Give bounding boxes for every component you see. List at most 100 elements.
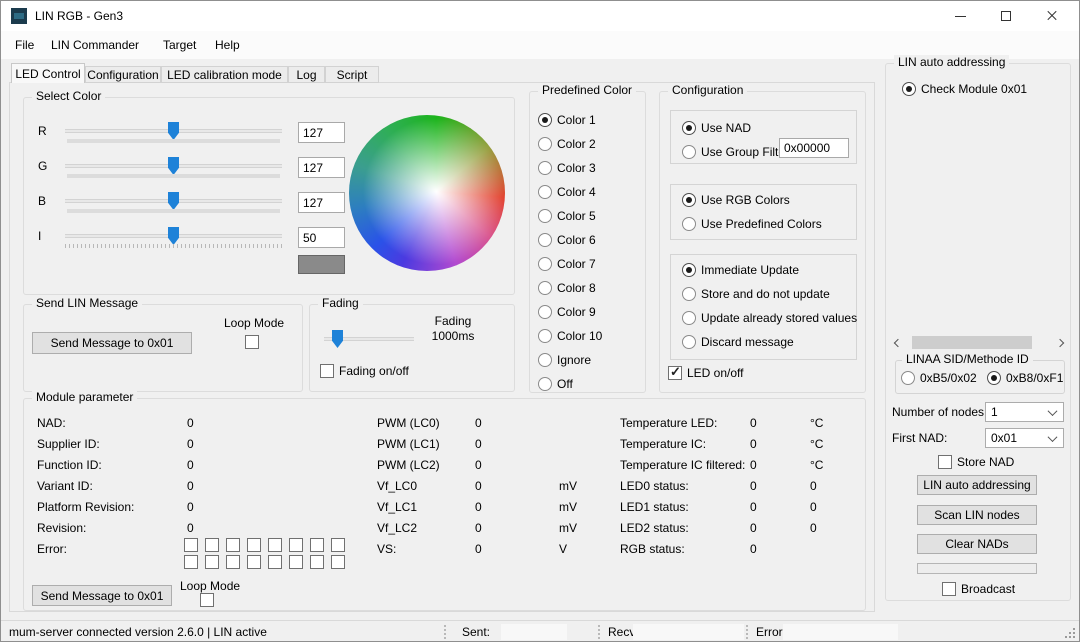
error-bit-checkbox[interactable] [205, 555, 219, 569]
predefined-color-option[interactable]: Color 7 [538, 256, 596, 272]
error-bit-checkbox[interactable] [331, 555, 345, 569]
predefined-color-option[interactable]: Color 10 [538, 328, 602, 344]
predefined-color-option[interactable]: Color 8 [538, 280, 596, 296]
predefined-color-option[interactable]: Color 1 [538, 112, 596, 128]
channel-i-label: I [38, 228, 41, 244]
use-predefined-colors-option[interactable]: Use Predefined Colors [682, 216, 822, 232]
predefined-color-option[interactable]: Color 3 [538, 160, 596, 176]
param-value: 0 [475, 541, 482, 557]
use-group-filter-option[interactable]: Use Group Filter [682, 144, 789, 160]
led-onoff-option[interactable]: LED on/off [668, 365, 743, 381]
tab-led-control[interactable]: LED Control [11, 63, 85, 83]
tab-configuration[interactable]: Configuration [85, 66, 161, 83]
error-bit-checkbox[interactable] [268, 555, 282, 569]
param-value: 0 [475, 478, 482, 494]
send-message-button-bottom[interactable]: Send Message to 0x01 [32, 585, 172, 606]
predefined-color-option[interactable]: Color 5 [538, 208, 596, 224]
error-bit-checkbox[interactable] [247, 555, 261, 569]
resize-grip-icon[interactable] [1065, 628, 1075, 638]
store-nad-option[interactable]: Store NAD [938, 454, 1014, 470]
error-bit-checkbox[interactable] [310, 555, 324, 569]
r-slider-thumb[interactable] [168, 122, 179, 140]
predefined-color-option[interactable]: Off [538, 376, 573, 392]
g-slider-thumb[interactable] [168, 157, 179, 175]
use-rgb-colors-option[interactable]: Use RGB Colors [682, 192, 790, 208]
fading-onoff-checkbox[interactable] [320, 364, 334, 378]
error-bit-checkbox[interactable] [205, 538, 219, 552]
close-button[interactable] [1029, 1, 1075, 31]
param-label: Variant ID: [37, 478, 93, 494]
tab-log[interactable]: Log [288, 66, 325, 83]
error-bit-checkbox[interactable] [268, 538, 282, 552]
scroll-right-icon[interactable] [1052, 334, 1068, 351]
menu-lin-commander[interactable]: LIN Commander [45, 31, 145, 59]
i-slider-thumb[interactable] [168, 227, 179, 245]
immediate-update-option[interactable]: Immediate Update [682, 262, 799, 278]
loop-mode-checkbox-bottom[interactable] [200, 593, 214, 607]
menu-help[interactable]: Help [209, 31, 246, 59]
check-module-option[interactable]: Check Module 0x01 [902, 81, 1027, 97]
broadcast-checkbox[interactable] [942, 582, 956, 596]
error-bit-checkbox[interactable] [184, 555, 198, 569]
scrollbar-thumb[interactable] [912, 336, 1032, 349]
color-wheel[interactable] [349, 115, 505, 271]
send-message-button[interactable]: Send Message to 0x01 [32, 332, 192, 354]
option-label: Check Module 0x01 [921, 82, 1027, 96]
error-bit-checkbox[interactable] [331, 538, 345, 552]
led-onoff-checkbox[interactable] [668, 366, 682, 380]
error-bit-checkbox[interactable] [226, 538, 240, 552]
module-scrollbar[interactable] [890, 334, 1068, 351]
i-value-field[interactable]: 50 [298, 227, 345, 248]
status-bar: mum-server connected version 2.6.0 | LIN… [1, 620, 1079, 642]
error-bit-checkbox[interactable] [310, 538, 324, 552]
r-value-field[interactable]: 127 [298, 122, 345, 143]
tab-led-calibration-mode[interactable]: LED calibration mode [161, 66, 288, 83]
predefined-color-option[interactable]: Color 9 [538, 304, 596, 320]
b-value-field[interactable]: 127 [298, 192, 345, 213]
radio-icon [682, 311, 696, 325]
number-of-nodes-select[interactable]: 1 [985, 402, 1064, 422]
predefined-color-option[interactable]: Ignore [538, 352, 591, 368]
select-color-title: Select Color [32, 89, 105, 104]
param-label: LED2 status: [620, 520, 689, 536]
store-no-update-option[interactable]: Store and do not update [682, 286, 830, 302]
b-slider-thumb[interactable] [168, 192, 179, 210]
error-bit-checkbox[interactable] [289, 538, 303, 552]
use-nad-option[interactable]: Use NAD [682, 120, 751, 136]
store-nad-checkbox[interactable] [938, 455, 952, 469]
tab-script[interactable]: Script [325, 66, 379, 83]
param-label: LED1 status: [620, 499, 689, 515]
linaa-option-b8[interactable]: 0xB8/0xF1 [987, 370, 1063, 386]
fading-onoff-option[interactable]: Fading on/off [320, 363, 409, 379]
param-value: 0 [187, 478, 194, 494]
first-nad-select[interactable]: 0x01 [985, 428, 1064, 448]
predefined-color-option[interactable]: Color 6 [538, 232, 596, 248]
error-bit-checkbox[interactable] [226, 555, 240, 569]
menu-target[interactable]: Target [157, 31, 202, 59]
minimize-button[interactable] [937, 1, 983, 31]
channel-r-label: R [38, 123, 47, 139]
update-stored-values-option[interactable]: Update already stored values [682, 310, 857, 326]
group-filter-field[interactable]: 0x00000 [779, 138, 849, 158]
broadcast-option[interactable]: Broadcast [942, 581, 1015, 597]
scan-lin-nodes-button[interactable]: Scan LIN nodes [917, 505, 1037, 525]
linaa-option-b5[interactable]: 0xB5/0x02 [901, 370, 977, 386]
maximize-button[interactable] [983, 1, 1029, 31]
g-value-field[interactable]: 127 [298, 157, 345, 178]
predefined-color-option[interactable]: Color 2 [538, 136, 596, 152]
error-bit-checkbox[interactable] [247, 538, 261, 552]
lin-auto-addressing-button[interactable]: LIN auto addressing [917, 475, 1037, 495]
discard-message-option[interactable]: Discard message [682, 334, 794, 350]
chevron-down-icon [1048, 406, 1058, 416]
menu-file[interactable]: File [9, 31, 40, 59]
option-label: Discard message [701, 335, 794, 349]
error-bit-checkbox[interactable] [289, 555, 303, 569]
scroll-left-icon[interactable] [890, 334, 906, 351]
clear-nads-button[interactable]: Clear NADs [917, 534, 1037, 554]
predefined-color-option[interactable]: Color 4 [538, 184, 596, 200]
fading-slider-thumb[interactable] [332, 330, 343, 348]
radio-icon [538, 137, 552, 151]
loop-mode-checkbox[interactable] [245, 335, 259, 349]
error-bit-checkbox[interactable] [184, 538, 198, 552]
first-nad-label: First NAD: [892, 430, 947, 446]
